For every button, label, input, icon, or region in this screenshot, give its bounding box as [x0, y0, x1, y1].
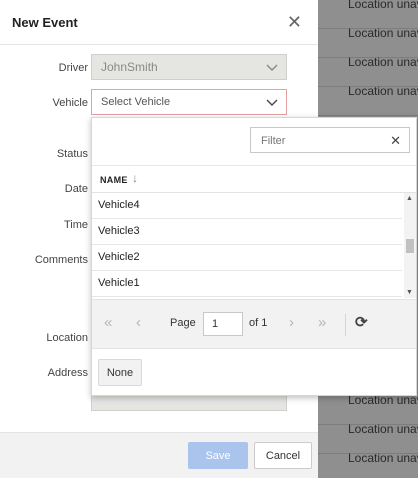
list-item[interactable]: Vehicle1	[92, 271, 402, 297]
last-page-icon[interactable]: »	[318, 314, 326, 331]
list-item[interactable]: Vehicle2	[92, 245, 402, 271]
page-count-label: of 1	[249, 317, 268, 329]
driver-value: JohnSmith	[101, 60, 158, 74]
pager-divider	[345, 314, 346, 336]
dialog-footer: Save Cancel	[0, 432, 318, 478]
first-page-icon[interactable]: «	[104, 314, 112, 331]
list-item[interactable]: Vehicle3	[92, 219, 402, 245]
vehicle-grid: NAME ↓ Vehicle4 Vehicle3 Vehicle2 Vehicl…	[92, 165, 416, 298]
dialog-title: New Event	[12, 15, 78, 30]
address-label: Address	[47, 367, 88, 379]
address-field	[91, 394, 287, 411]
filter-input[interactable]	[259, 129, 383, 153]
vehicle-select-value: Select Vehicle	[101, 96, 171, 108]
grid-scrollbar[interactable]: ▲ ▼	[404, 193, 416, 298]
scroll-thumb[interactable]	[406, 239, 414, 253]
time-label: Time	[63, 219, 88, 231]
page-number-input[interactable]	[203, 312, 243, 336]
list-item[interactable]: Vehicle4	[92, 193, 402, 219]
background-row: Location unavailable	[318, 423, 418, 454]
clear-filter-icon[interactable]: ✕	[390, 133, 401, 149]
vehicle-label: Vehicle	[52, 97, 88, 109]
column-header-name[interactable]: NAME	[100, 175, 128, 185]
vehicle-select[interactable]: Select Vehicle	[91, 89, 287, 115]
background-row: Location unavailable	[318, 85, 418, 116]
background-row: Location unavailable	[318, 0, 418, 29]
background-row: Location unavailable	[318, 452, 418, 478]
scroll-up-icon[interactable]: ▲	[406, 195, 413, 202]
cancel-button[interactable]: Cancel	[254, 442, 312, 469]
next-page-icon[interactable]: ›	[289, 314, 294, 331]
status-label: Status	[56, 148, 88, 160]
location-label: Location	[46, 332, 88, 344]
comments-label: Comments	[34, 254, 88, 266]
date-label: Date	[64, 183, 88, 195]
driver-label: Driver	[58, 62, 88, 74]
sort-arrow-icon[interactable]: ↓	[132, 171, 138, 185]
background-row: Location unavailable	[318, 27, 418, 58]
vehicle-dropdown: ✕ NAME ↓ Vehicle4 Vehicle3 Vehicle2 Vehi…	[91, 117, 417, 396]
page-label: Page	[170, 317, 196, 329]
refresh-icon[interactable]: ⟳	[355, 313, 368, 331]
pager: « ‹ Page of 1 › » ⟳	[92, 299, 416, 349]
chevron-down-icon	[266, 99, 278, 106]
save-button[interactable]: Save	[188, 442, 248, 469]
close-icon[interactable]: ✕	[287, 12, 302, 33]
filter-box: ✕	[250, 127, 410, 153]
dialog-header: New Event ✕	[0, 0, 318, 45]
background-row: Location unavailable	[318, 56, 418, 87]
grid-header: NAME ↓	[92, 166, 416, 193]
previous-page-icon[interactable]: ‹	[136, 314, 141, 331]
none-button[interactable]: None	[98, 359, 142, 386]
scroll-down-icon[interactable]: ▼	[406, 289, 413, 296]
driver-field: JohnSmith	[91, 54, 287, 80]
background-row: Location unavailable	[318, 394, 418, 425]
chevron-down-icon	[266, 64, 278, 71]
